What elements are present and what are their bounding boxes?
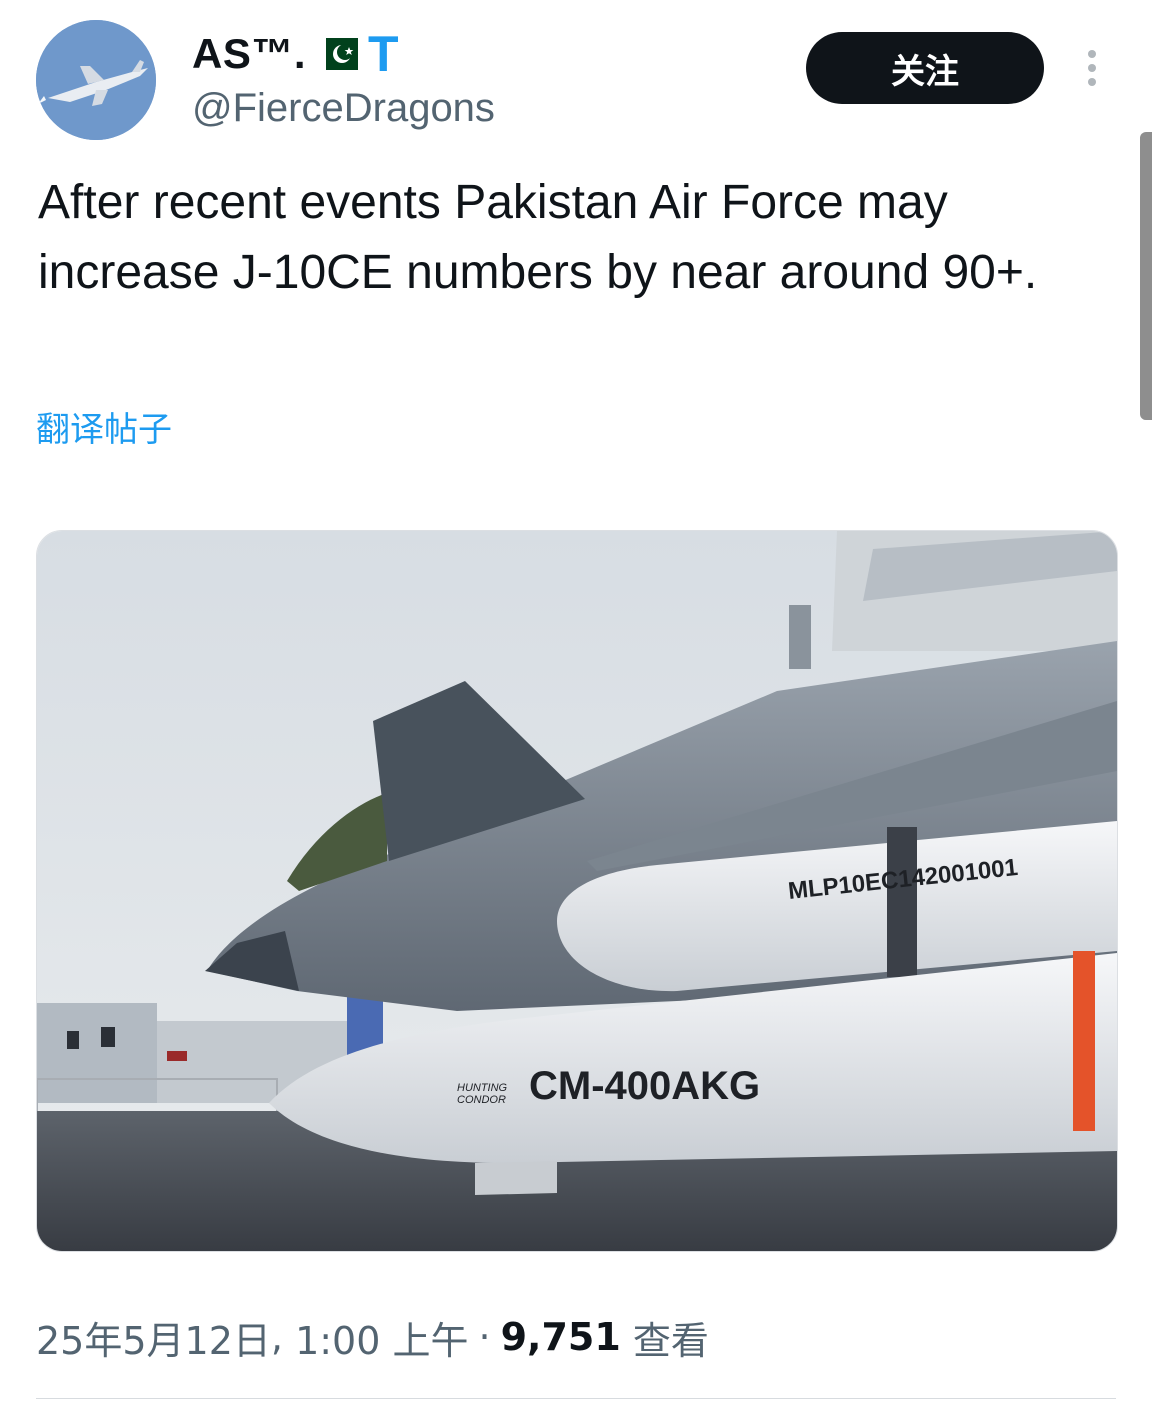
- date-time-comma: ,: [270, 1315, 296, 1359]
- tweet-text: After recent events Pakistan Air Force m…: [38, 176, 1038, 299]
- author-handle[interactable]: @FierceDragons: [192, 86, 495, 131]
- more-options-icon[interactable]: [1082, 48, 1102, 88]
- views-label: 查看: [632, 1318, 709, 1363]
- brand-marking-line1: HUNTING: [457, 1082, 508, 1094]
- aircraft-photo: CM-400AKG HUNTING CONDOR MLP10EC14200100…: [37, 531, 1117, 1251]
- tweet-image[interactable]: CM-400AKG HUNTING CONDOR MLP10EC14200100…: [36, 530, 1118, 1252]
- tweet-date[interactable]: 25年5月12日: [36, 1310, 271, 1365]
- author-display-name[interactable]: AS™.: [192, 30, 306, 78]
- brand-marking-line2: CONDOR: [457, 1094, 506, 1106]
- scrollbar-thumb[interactable]: [1140, 132, 1152, 420]
- verified-badge-icon: T: [368, 26, 399, 82]
- avatar[interactable]: [36, 20, 156, 140]
- author-name-row[interactable]: AS™. T: [192, 26, 399, 82]
- jet-avatar-icon: [36, 20, 156, 140]
- pakistan-flag-icon: [316, 38, 359, 70]
- follow-button[interactable]: 关注: [806, 32, 1044, 104]
- views-label-space: [621, 1315, 633, 1359]
- views-count: 9,751: [500, 1315, 621, 1359]
- tweet-meta: 25年5月12日 , 1:00 上午 · 9,751 查看: [36, 1310, 709, 1364]
- tweet-time[interactable]: 1:00 上午: [295, 1310, 468, 1365]
- missile-marking-text: CM-400AKG: [529, 1064, 760, 1108]
- translate-post-link[interactable]: 翻译帖子: [36, 402, 172, 451]
- meta-separator: ·: [478, 1315, 491, 1359]
- divider: [36, 1398, 1116, 1399]
